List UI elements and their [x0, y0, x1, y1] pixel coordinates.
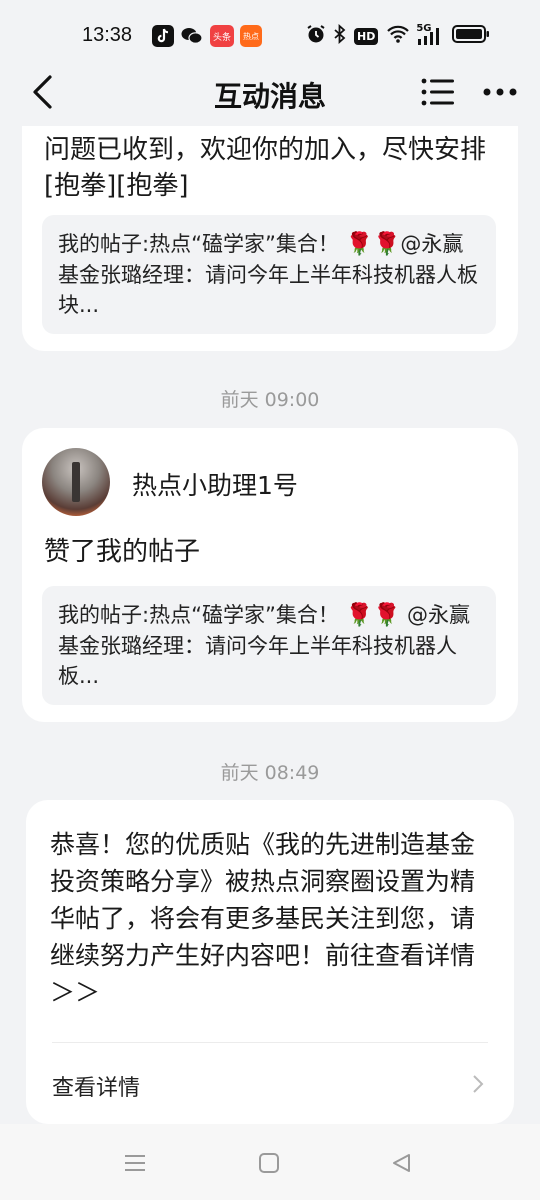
more-dots-icon	[483, 88, 517, 96]
quoted-post[interactable]: 我的帖子:热点“磕学家”集合！ 🌹🌹 @永赢基金张璐经理：请问今年上半年科技机器…	[42, 586, 496, 705]
like-action-text: 赞了我的帖子	[44, 537, 201, 567]
view-details-link[interactable]: 查看详情	[52, 1070, 140, 1102]
rose-emoji: 🌹	[372, 232, 401, 257]
quoted-post-title: 我的帖子:热点“磕学家”集合！	[58, 232, 339, 256]
quoted-post[interactable]: 我的帖子:热点“磕学家”集合！ 🌹🌹@永赢基金张璐经理：请问今年上半年科技机器人…	[42, 215, 496, 334]
username[interactable]: 热点小助理1号	[132, 466, 298, 502]
more-button[interactable]	[480, 72, 520, 112]
battery-icon	[452, 24, 490, 48]
nav-bar: 互动消息	[0, 64, 540, 126]
featured-notice-card[interactable]: 恭喜！您的优质贴《我的先进制造基金投资策略分享》被热点洞察圈设置为精华帖了，将会…	[26, 800, 514, 1124]
app-orange-icon: 热点	[240, 25, 262, 47]
tiktok-icon	[152, 25, 174, 47]
timestamp: 前天 08:49	[220, 762, 320, 784]
triangle-back-icon	[393, 1154, 410, 1172]
system-nav-bar	[0, 1124, 540, 1200]
wifi-icon	[386, 24, 410, 48]
wechat-icon	[181, 25, 203, 47]
home-square-icon	[259, 1153, 279, 1173]
reply-text: 问题已收到，欢迎你的加入，尽快安排[抱拳][抱拳]	[44, 135, 487, 201]
avatar[interactable]	[42, 448, 110, 516]
page-title: 互动消息	[213, 80, 326, 113]
menu-icon	[125, 1155, 145, 1171]
reply-message-card[interactable]: 问题已收到，欢迎你的加入，尽快安排[抱拳][抱拳] 我的帖子:热点“磕学家”集合…	[22, 126, 518, 351]
hd-icon: HD	[354, 27, 379, 45]
bluetooth-icon	[334, 23, 346, 48]
rose-emoji: 🌹	[372, 603, 401, 628]
quoted-post-title: 我的帖子:热点“磕学家”集合！	[58, 603, 339, 627]
rose-emoji: 🌹	[345, 603, 373, 628]
notice-text: 恭喜！您的优质贴《我的先进制造基金投资策略分享》被热点洞察圈设置为精华帖了，将会…	[50, 830, 476, 1007]
status-bar: 13:38 头条 热点 HD 5G	[0, 0, 540, 64]
menu-button[interactable]	[120, 1148, 150, 1178]
chevron-right-icon[interactable]	[472, 1074, 484, 1094]
status-icons: HD 5G	[306, 23, 490, 48]
list-icon	[421, 78, 454, 106]
signal-icon: 5G	[416, 23, 444, 47]
home-button[interactable]	[254, 1148, 284, 1178]
back-nav-button[interactable]	[386, 1148, 416, 1178]
message-list[interactable]: 问题已收到，欢迎你的加入，尽快安排[抱拳][抱拳] 我的帖子:热点“磕学家”集合…	[0, 126, 540, 1124]
timestamp: 前天 09:00	[220, 389, 320, 411]
list-menu-button[interactable]	[418, 72, 458, 112]
like-notification-card[interactable]: 热点小助理1号 赞了我的帖子 我的帖子:热点“磕学家”集合！ 🌹🌹 @永赢基金张…	[22, 428, 518, 722]
alarm-icon	[306, 24, 326, 48]
toutiao-icon: 头条	[210, 25, 234, 47]
status-time: 13:38	[82, 24, 133, 46]
rose-emoji: 🌹	[345, 232, 373, 257]
divider	[52, 1042, 488, 1043]
